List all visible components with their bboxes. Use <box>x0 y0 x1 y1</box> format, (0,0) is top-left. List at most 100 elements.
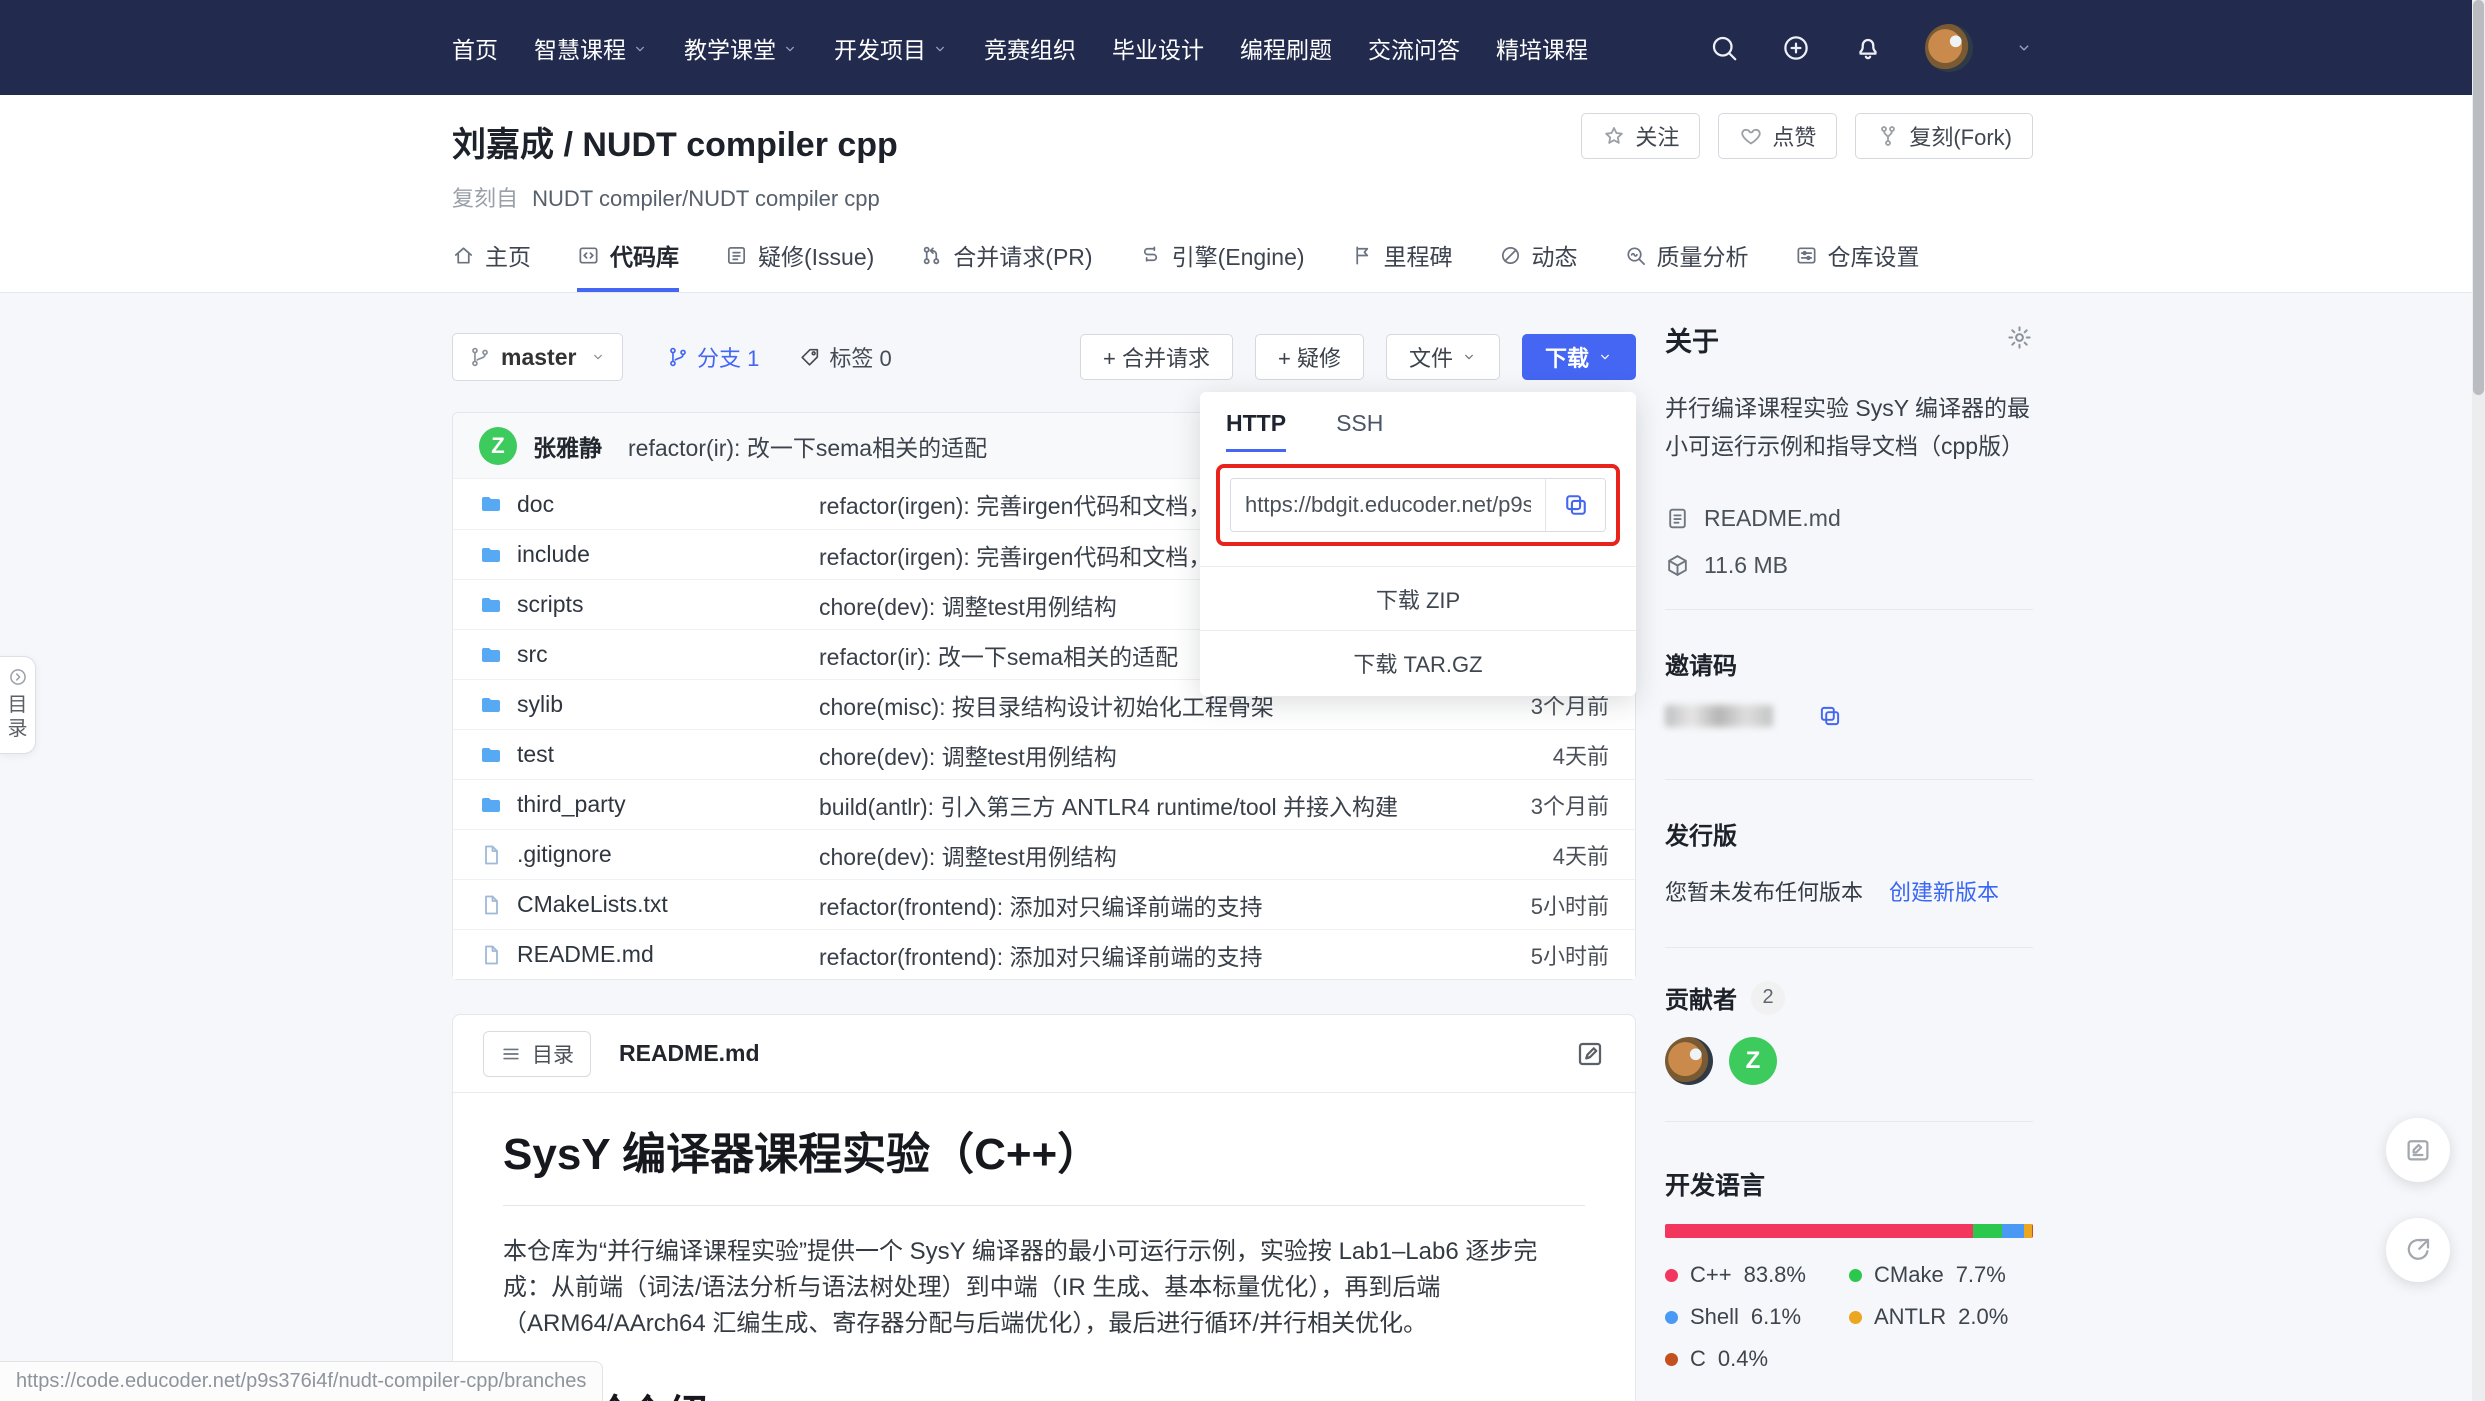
create-release-link[interactable]: 创建新版本 <box>1889 875 1999 907</box>
file-name[interactable]: .gitignore <box>517 841 612 868</box>
chevron-down-icon[interactable] <box>2015 39 2033 57</box>
chevron-down-icon <box>782 41 798 57</box>
tab-label: 疑修(Issue) <box>758 238 874 272</box>
tab-ssh[interactable]: SSH <box>1336 410 1383 452</box>
repo-tab[interactable]: 主页 <box>452 238 531 292</box>
table-row[interactable]: test chore(dev): 调整test用例结构 4天前 <box>453 729 1635 779</box>
download-button[interactable]: 下载 <box>1522 334 1636 380</box>
tag-icon <box>799 346 821 368</box>
committer-name[interactable]: 张雅静 <box>533 429 602 463</box>
fork-icon <box>1876 124 1900 148</box>
gear-icon[interactable] <box>2006 324 2033 351</box>
chevron-down-icon <box>1597 349 1613 365</box>
like-label: 点赞 <box>1772 120 1816 152</box>
edit-readme-icon[interactable] <box>1575 1039 1605 1069</box>
like-button[interactable]: 点赞 <box>1718 113 1837 159</box>
readme-toc-button[interactable]: 目录 <box>483 1031 591 1077</box>
repo-tab[interactable]: 里程碑 <box>1351 238 1453 292</box>
table-row[interactable]: CMakeLists.txt refactor(frontend): 添加对只编… <box>453 879 1635 929</box>
branch-selector[interactable]: master <box>452 333 623 381</box>
nav-item[interactable]: 编程刷题 <box>1240 31 1332 65</box>
file-name[interactable]: third_party <box>517 791 626 818</box>
download-targz-item[interactable]: 下载 TAR.GZ <box>1200 630 1636 694</box>
file-name[interactable]: scripts <box>517 591 583 618</box>
clone-url-input[interactable] <box>1231 479 1545 531</box>
table-row[interactable]: .gitignore chore(dev): 调整test用例结构 4天前 <box>453 829 1635 879</box>
nav-item[interactable]: 开发项目 <box>834 31 948 65</box>
repo-tabs: 主页 代码库 疑修(Issue) 合并请求(PR) 引擎(Engine) 里程碑… <box>452 238 1920 292</box>
page-scrollbar[interactable] <box>2472 0 2485 1401</box>
commit-message[interactable]: refactor(frontend): 添加对只编译前端的支持 <box>819 938 1459 972</box>
nav-item[interactable]: 教学课堂 <box>684 31 798 65</box>
repo-tab[interactable]: 疑修(Issue) <box>725 238 874 292</box>
sidebar-readme-label: README.md <box>1704 505 1841 532</box>
nav-item[interactable]: 智慧课程 <box>534 31 648 65</box>
nav-right-group <box>1709 24 2485 72</box>
folder-icon <box>479 693 503 717</box>
new-issue-button[interactable]: + 疑修 <box>1255 334 1364 380</box>
fork-button[interactable]: 复刻(Fork) <box>1855 113 2033 159</box>
repo-tab[interactable]: 引擎(Engine) <box>1139 238 1305 292</box>
repo-tab[interactable]: 动态 <box>1499 238 1578 292</box>
nav-item[interactable]: 精培课程 <box>1496 31 1588 65</box>
file-name[interactable]: doc <box>517 491 554 518</box>
file-name[interactable]: README.md <box>517 941 654 968</box>
commit-message[interactable]: refactor(frontend): 添加对只编译前端的支持 <box>819 888 1459 922</box>
table-row[interactable]: third_party build(antlr): 引入第三方 ANTLR4 r… <box>453 779 1635 829</box>
repo-actions: 关注 点赞 复刻(Fork) <box>1581 113 2033 159</box>
create-plus-icon[interactable] <box>1781 33 1811 63</box>
tab-icon <box>1139 244 1162 267</box>
user-avatar[interactable] <box>1925 24 1973 72</box>
commit-message[interactable]: build(antlr): 引入第三方 ANTLR4 runtime/tool … <box>819 788 1459 822</box>
folder-icon <box>479 543 503 567</box>
language-name: ANTLR <box>1874 1304 1946 1330</box>
search-icon[interactable] <box>1709 33 1739 63</box>
tab-http[interactable]: HTTP <box>1226 410 1286 452</box>
invite-title: 邀请码 <box>1665 646 2033 681</box>
files-dropdown-button[interactable]: 文件 <box>1386 334 1500 380</box>
new-pr-button[interactable]: + 合并请求 <box>1080 334 1233 380</box>
copy-url-button[interactable] <box>1545 479 1605 531</box>
nav-item[interactable]: 毕业设计 <box>1112 31 1204 65</box>
language-color-dot <box>1665 1353 1678 1366</box>
tab-icon <box>577 244 600 267</box>
file-name[interactable]: include <box>517 541 590 568</box>
repo-tab[interactable]: 质量分析 <box>1624 238 1749 292</box>
committer-avatar[interactable]: Z <box>479 427 517 465</box>
file-name-cell: README.md <box>479 941 819 968</box>
file-name[interactable]: src <box>517 641 548 668</box>
forked-from-link[interactable]: NUDT compiler/NUDT compiler cpp <box>532 186 880 211</box>
repo-tab[interactable]: 代码库 <box>577 238 679 292</box>
repo-tab[interactable]: 仓库设置 <box>1795 238 1920 292</box>
watch-button[interactable]: 关注 <box>1581 113 1700 159</box>
tags-count-link[interactable]: 标签 0 <box>799 341 891 373</box>
file-name[interactable]: sylib <box>517 691 563 718</box>
file-name[interactable]: test <box>517 741 554 768</box>
file-name[interactable]: CMakeLists.txt <box>517 891 668 918</box>
contributor-avatar[interactable]: Z <box>1729 1037 1777 1085</box>
branch-icon <box>667 346 689 368</box>
repo-sidebar: 关于 并行编译课程实验 SysY 编译器的最小可运行示例和指导文档（cpp版） … <box>1665 320 2033 1372</box>
tab-label: 质量分析 <box>1657 238 1749 272</box>
branches-count-link[interactable]: 分支 1 <box>667 341 759 373</box>
share-button[interactable] <box>2386 1218 2450 1282</box>
sidebar-readme-link[interactable]: README.md <box>1665 505 2033 532</box>
copy-icon[interactable] <box>1817 703 1843 729</box>
contributor-avatar[interactable] <box>1665 1037 1713 1085</box>
language-color-dot <box>1849 1269 1862 1282</box>
notifications-bell-icon[interactable] <box>1853 33 1883 63</box>
page-toc-tab[interactable]: 目录 <box>0 656 36 754</box>
nav-item[interactable]: 交流问答 <box>1368 31 1460 65</box>
nav-item[interactable]: 竞赛组织 <box>984 31 1076 65</box>
nav-item[interactable]: 首页 <box>452 31 498 65</box>
feedback-note-button[interactable] <box>2386 1118 2450 1182</box>
language-percent: 6.1% <box>1751 1304 1801 1330</box>
latest-commit-message[interactable]: refactor(ir): 改一下sema相关的适配 <box>628 429 987 463</box>
scrollbar-thumb[interactable] <box>2473 0 2484 395</box>
download-zip-item[interactable]: 下载 ZIP <box>1200 566 1636 630</box>
table-row[interactable]: README.md refactor(frontend): 添加对只编译前端的支… <box>453 929 1635 979</box>
commit-message[interactable]: chore(dev): 调整test用例结构 <box>819 838 1459 872</box>
tab-icon <box>1499 244 1522 267</box>
repo-tab[interactable]: 合并请求(PR) <box>920 238 1092 292</box>
commit-message[interactable]: chore(dev): 调整test用例结构 <box>819 738 1459 772</box>
